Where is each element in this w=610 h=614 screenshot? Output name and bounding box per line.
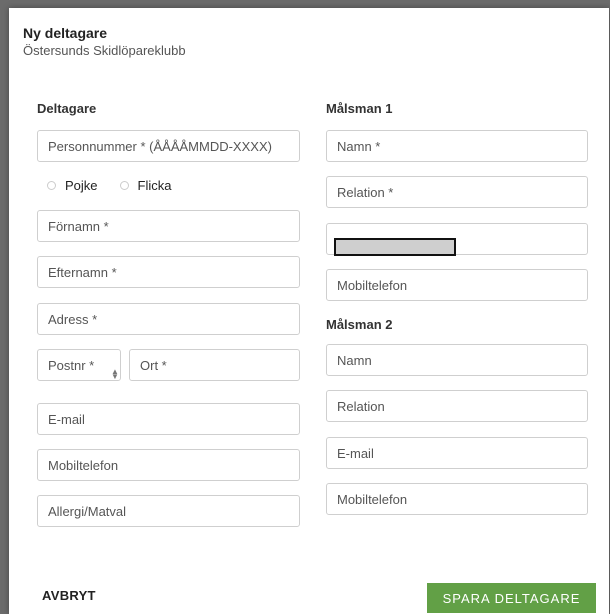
allergy-input[interactable] xyxy=(37,495,300,527)
personnummer-input[interactable] xyxy=(37,130,300,162)
address-input[interactable] xyxy=(37,303,300,335)
city-input[interactable] xyxy=(129,349,300,381)
guardian2-mobile-input[interactable] xyxy=(326,483,588,515)
radio-boy-label: Pojke xyxy=(65,178,98,193)
radio-girl-label: Flicka xyxy=(137,178,172,193)
dialog-subtitle: Östersunds Skidlöpareklubb xyxy=(23,43,186,58)
radio-boy[interactable] xyxy=(47,181,56,190)
postnr-input[interactable] xyxy=(37,349,121,381)
radio-girl[interactable] xyxy=(119,181,129,190)
dialog-header: Ny deltagare Östersunds Skidlöpareklubb xyxy=(23,24,186,59)
gender-radio-group: Pojke Flicka xyxy=(47,178,193,193)
dialog-title: Ny deltagare xyxy=(23,25,108,41)
guardian2-heading: Målsman 2 xyxy=(326,317,393,332)
guardian1-heading: Målsman 1 xyxy=(326,101,393,116)
guardian2-relation-input[interactable] xyxy=(326,390,588,422)
lastname-input[interactable] xyxy=(37,256,300,288)
email-input[interactable] xyxy=(37,403,300,435)
postnr-stepper-icon[interactable]: ▲ ▼ xyxy=(111,368,119,381)
guardian2-email-input[interactable] xyxy=(326,437,588,469)
guardian2-name-input[interactable] xyxy=(326,344,588,376)
guardian1-mobile-input[interactable] xyxy=(326,269,588,301)
cancel-button[interactable]: AVBRYT xyxy=(42,588,96,603)
new-participant-dialog: Ny deltagare Östersunds Skidlöpareklubb … xyxy=(9,8,609,614)
save-participant-button[interactable]: SPARA DELTAGARE xyxy=(427,583,596,613)
firstname-input[interactable] xyxy=(37,210,300,242)
guardian1-name-input[interactable] xyxy=(326,130,588,162)
guardian1-relation-input[interactable] xyxy=(326,176,588,208)
mobile-input[interactable] xyxy=(37,449,300,481)
redacted-field-value xyxy=(334,238,456,256)
participant-heading: Deltagare xyxy=(37,101,97,116)
